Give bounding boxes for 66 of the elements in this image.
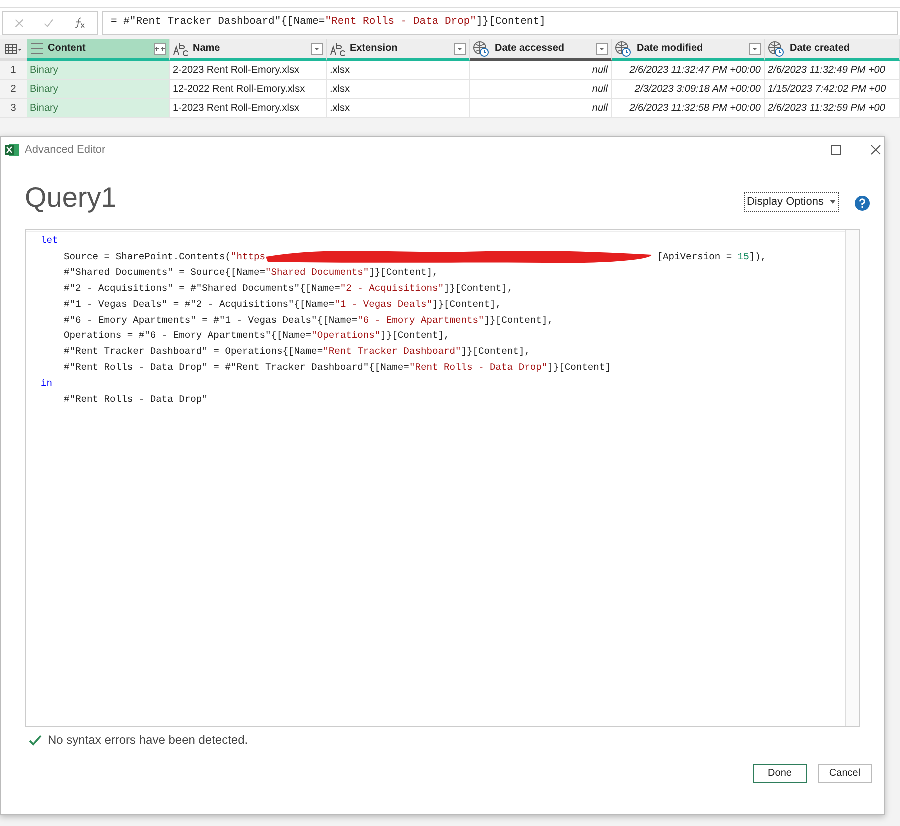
expand-icon[interactable] xyxy=(154,42,166,54)
code-line: let xyxy=(41,234,58,248)
help-icon[interactable] xyxy=(855,196,870,211)
row-number: 3 xyxy=(0,99,27,117)
display-options-dropdown[interactable]: Display Options xyxy=(744,192,839,212)
code-line: #"6 - Emory Apartments" = #"1 - Vegas Deals"{[Name="6 - Emory Apartments"]}[Content], xyxy=(63,314,554,328)
globe-clock-icon[interactable] xyxy=(615,40,631,56)
dialog-button[interactable]: Done xyxy=(753,764,807,783)
code-line: #"2 - Acquisitions" = #"Shared Documents"{[Name="2 - Acquisitions"]}[Content], xyxy=(63,282,514,296)
table-cell-text: 2/3/2023 3:09:18 AM +00:00 xyxy=(634,83,761,97)
table-cell-text: null xyxy=(592,83,608,97)
table-cell-text: Binary xyxy=(30,83,58,97)
table-cell-text: .xlsx xyxy=(330,102,350,116)
query-title: Query1 xyxy=(25,181,118,215)
code-line: in xyxy=(41,376,53,391)
filter-dropdown-icon[interactable] xyxy=(596,42,608,54)
maximize-icon[interactable] xyxy=(831,145,841,155)
column-header[interactable]: Name xyxy=(170,39,327,61)
table-cell-text: 2/6/2023 11:32:58 PM +00:00 xyxy=(630,102,761,116)
code-editor[interactable] xyxy=(25,229,860,727)
column-header[interactable]: Content xyxy=(27,39,170,61)
column-header[interactable]: Date modified xyxy=(612,39,765,61)
column-header[interactable]: Date accessed xyxy=(470,39,612,61)
table-cell-text: 2-2023 Rent Roll-Emory.xlsx xyxy=(173,64,300,78)
table-cell-text: null xyxy=(592,102,608,116)
function-icon[interactable] xyxy=(74,16,85,30)
filter-dropdown-icon[interactable] xyxy=(454,42,466,54)
table-cell-text: Binary xyxy=(30,102,58,116)
globe-clock-icon[interactable] xyxy=(473,40,489,56)
row-number: 1 xyxy=(0,61,27,79)
row-number: 2 xyxy=(0,80,27,98)
code-line: #"Rent Rolls - Data Drop" = #"Rent Tracker Dashboard"{[Name="Rent Rolls - Data Drop"]}[Content] xyxy=(63,360,611,375)
code-line: #"Rent Rolls - Data Drop" xyxy=(63,392,208,406)
table-cell-text: 12-2022 Rent Roll-Emory.xlsx xyxy=(173,83,306,97)
close-icon[interactable] xyxy=(871,145,881,155)
code-line: #"Rent Tracker Dashboard" = Operations{[Name="Rent Tracker Dashboard"]}[Content], xyxy=(63,345,530,360)
check-icon[interactable] xyxy=(44,18,54,28)
column-header[interactable]: Date created xyxy=(765,39,900,61)
spreadsheet-logo-icon xyxy=(5,143,20,157)
scrollbar-track[interactable] xyxy=(845,230,859,726)
table-cell-text: null xyxy=(592,64,608,78)
table-cell-text: 1/15/2023 7:42:02 PM +00 xyxy=(768,83,886,97)
filter-dropdown-icon[interactable] xyxy=(311,42,323,54)
text-type-icon[interactable] xyxy=(330,42,346,56)
filter-dropdown-icon[interactable] xyxy=(749,42,761,54)
formula-field[interactable]: = #"Rent Tracker Dashboard"{[Name="Rent Rolls - Data Drop"]}[Content] xyxy=(102,11,898,35)
any-type-icon[interactable] xyxy=(30,42,44,56)
window-title: Advanced Editor xyxy=(25,142,107,158)
code-line: #"Shared Documents" = Source{[Name="Shared Documents"]}[Content], xyxy=(63,266,438,280)
code-line: #"1 - Vegas Deals" = #"2 - Acquisitions"{[Name="1 - Vegas Deals"]}[Content], xyxy=(63,298,502,312)
table-cell-text: .xlsx xyxy=(330,83,350,97)
code-line: Operations = #"6 - Emory Apartments"{[Name="Operations"]}[Content], xyxy=(63,329,450,344)
table-cell-text: .xlsx xyxy=(330,64,350,78)
status-message: No syntax errors have been detected. xyxy=(48,732,248,749)
table-cell-text: Binary xyxy=(30,64,58,78)
table-cell-text: 2/6/2023 11:32:49 PM +00 xyxy=(768,64,886,78)
table-cell-text: 2/6/2023 11:32:59 PM +00 xyxy=(768,102,886,116)
table-icon[interactable] xyxy=(4,44,22,54)
globe-clock-icon[interactable] xyxy=(768,40,784,56)
text-type-icon[interactable] xyxy=(173,42,189,56)
table-cell-text: 2/6/2023 11:32:47 PM +00:00 xyxy=(630,64,761,78)
code-line: Source = SharePoint.Contents("https [ApiVersion = 15]), xyxy=(41,248,767,266)
column-header[interactable]: Extension xyxy=(327,39,470,61)
caret-icon xyxy=(830,200,836,204)
dialog-button[interactable]: Cancel xyxy=(818,764,872,783)
table-cell-text: 1-2023 Rent Roll-Emory.xlsx xyxy=(173,102,300,116)
